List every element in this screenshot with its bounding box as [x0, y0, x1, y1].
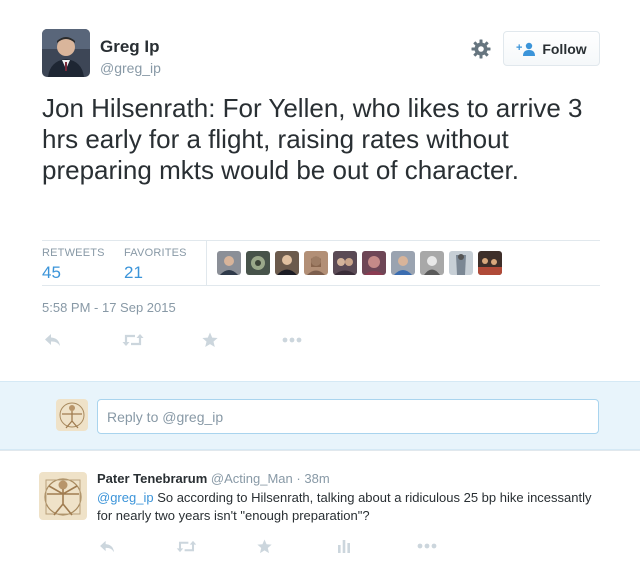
favoriter-avatar[interactable]	[304, 251, 328, 275]
favoriter-avatar[interactable]	[478, 251, 502, 275]
author-avatar[interactable]	[42, 29, 90, 77]
retweets-stat[interactable]: RETWEETS 45	[42, 247, 105, 283]
reply-author-handle[interactable]: @Acting_Man	[211, 471, 293, 486]
tweet-stats: RETWEETS 45 FAVORITES 21	[42, 240, 600, 286]
reply-composer: Reply to @greg_ip	[0, 381, 640, 450]
favoriter-avatar[interactable]	[333, 251, 357, 275]
reply-separator: ·	[296, 471, 301, 486]
reply-header: Pater Tenebrarum @Acting_Man · 38m	[97, 471, 330, 486]
favorite-star-icon[interactable]	[257, 536, 272, 556]
favoriter-avatar[interactable]	[391, 251, 415, 275]
stats-divider	[206, 241, 207, 286]
reply-author-name[interactable]: Pater Tenebrarum	[97, 471, 207, 486]
favoriter-avatar[interactable]	[246, 251, 270, 275]
reply-time[interactable]: 38m	[304, 471, 329, 486]
reply-mention[interactable]: @greg_ip	[97, 490, 154, 505]
reply-body: So according to Hilsenrath, talking abou…	[97, 490, 592, 523]
favorites-stat[interactable]: FAVORITES 21	[124, 247, 187, 283]
retweets-count: 45	[42, 263, 61, 282]
reply-text: @greg_ip So according to Hilsenrath, tal…	[97, 489, 597, 525]
gear-icon[interactable]	[470, 38, 492, 60]
favoriter-avatars	[217, 251, 502, 275]
more-icon[interactable]	[417, 536, 437, 556]
reply-input[interactable]: Reply to @greg_ip	[97, 399, 599, 434]
main-tweet: Greg Ip @greg_ip + Follow Jon Hilsenrath…	[0, 0, 640, 381]
favorite-star-icon[interactable]	[202, 330, 218, 350]
follow-button[interactable]: + Follow	[503, 31, 600, 66]
favorites-label: FAVORITES	[124, 247, 187, 259]
tweet-timestamp[interactable]: 5:58 PM - 17 Sep 2015	[42, 300, 176, 315]
favoriter-avatar[interactable]	[275, 251, 299, 275]
author-handle[interactable]: @greg_ip	[100, 60, 161, 76]
follow-person-plus-icon: +	[516, 42, 536, 56]
reply-icon[interactable]	[44, 330, 62, 350]
author-name[interactable]: Greg Ip	[100, 37, 160, 57]
favoriter-avatar[interactable]	[449, 251, 473, 275]
favoriter-avatar[interactable]	[362, 251, 386, 275]
reply-author-avatar[interactable]	[39, 472, 87, 520]
tweet-text: Jon Hilsenrath: For Yellen, who likes to…	[42, 93, 583, 185]
reply-tweet: Pater Tenebrarum @Acting_Man · 38m @greg…	[0, 450, 640, 566]
favoriter-avatar[interactable]	[217, 251, 241, 275]
more-icon[interactable]	[282, 330, 302, 350]
viewer-avatar	[56, 399, 88, 431]
retweets-label: RETWEETS	[42, 247, 105, 259]
reply-icon[interactable]	[99, 536, 116, 556]
favoriter-avatar[interactable]	[420, 251, 444, 275]
stats-icon[interactable]	[337, 536, 351, 556]
retweet-icon[interactable]	[176, 536, 197, 556]
svg-text:+: +	[516, 42, 522, 54]
retweet-icon[interactable]	[122, 330, 144, 350]
follow-label: Follow	[542, 40, 587, 57]
favorites-count: 21	[124, 263, 143, 282]
